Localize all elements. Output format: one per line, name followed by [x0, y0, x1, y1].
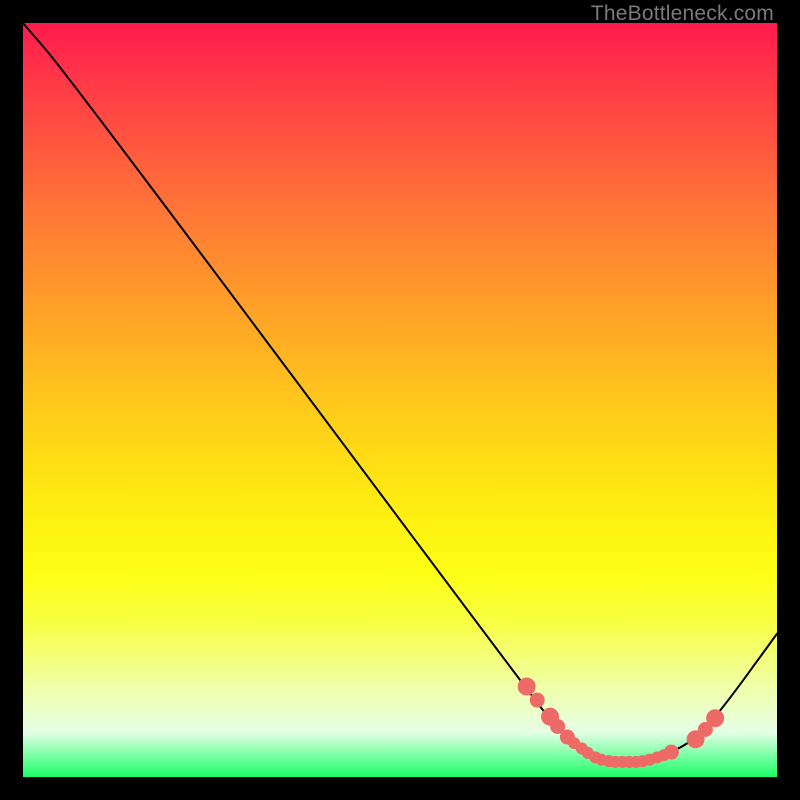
chart-marker	[664, 745, 679, 760]
chart-marker	[706, 709, 724, 727]
chart-marker	[518, 678, 536, 696]
chart-svg	[23, 23, 777, 777]
chart-markers	[518, 678, 725, 768]
chart-curve	[23, 23, 777, 762]
chart-marker	[530, 693, 545, 708]
